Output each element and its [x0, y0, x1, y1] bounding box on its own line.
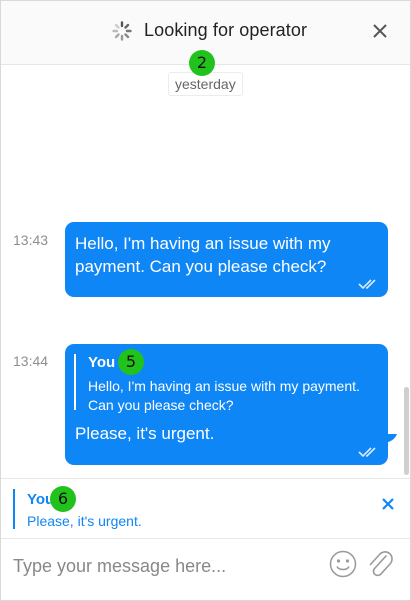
reply-accent-line	[13, 489, 15, 529]
message-time: 13:43	[13, 232, 49, 248]
composer	[1, 538, 410, 600]
message-bubble[interactable]: You Hello, I'm having an issue with my p…	[65, 344, 388, 465]
quote-text: Hello, I'm having an issue with my payme…	[88, 378, 360, 413]
message-input[interactable]	[13, 551, 313, 581]
message-text: Hello, I'm having an issue with my payme…	[75, 234, 331, 276]
header-title: Looking for operator	[144, 20, 308, 40]
message-text: Please, it's urgent.	[75, 424, 215, 443]
chat-window: Looking for operator yesterday 2 13:43 H…	[0, 0, 411, 601]
annotation-badge: 6	[50, 486, 76, 512]
close-icon[interactable]	[379, 495, 397, 513]
date-separator: yesterday	[168, 72, 243, 96]
double-check-icon	[358, 447, 376, 458]
message-bubble[interactable]: Hello, I'm having an issue with my payme…	[65, 222, 388, 297]
bubble-tail	[383, 434, 397, 443]
reply-text: Please, it's urgent.	[27, 513, 142, 529]
message-time: 13:44	[13, 353, 49, 369]
spinner-icon	[112, 21, 132, 41]
paperclip-icon[interactable]	[366, 548, 394, 580]
scrollbar[interactable]	[404, 387, 409, 475]
annotation-badge: 5	[118, 349, 144, 375]
emoji-icon[interactable]	[328, 549, 358, 579]
annotation-badge: 2	[189, 50, 215, 76]
close-icon[interactable]	[369, 20, 391, 42]
double-check-icon	[358, 279, 376, 290]
